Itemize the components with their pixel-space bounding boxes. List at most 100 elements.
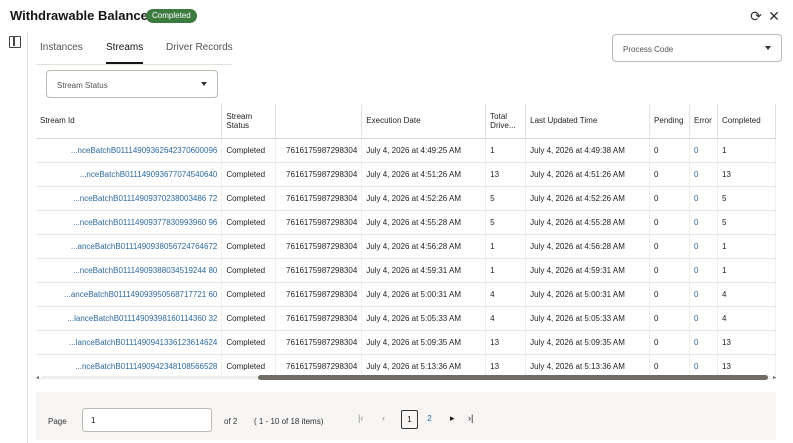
tab-divider <box>36 64 232 65</box>
stream-status-cell: Completed <box>221 234 277 259</box>
instance-id-cell: 7616175987298304 <box>275 306 363 331</box>
scroll-right-icon[interactable]: ▸ <box>773 374 776 381</box>
stream-status-select[interactable]: Stream Status <box>46 70 218 98</box>
stream-id-cell[interactable]: ...nceBatchB01114909377830993960 96 <box>36 210 223 235</box>
instance-id-cell: 7616175987298304 <box>275 210 363 235</box>
pending-cell: 0 <box>649 186 691 211</box>
execution-date-cell: July 4, 2026 at 4:52:26 AM <box>361 186 487 211</box>
refresh-icon[interactable]: ⟳ <box>748 8 764 24</box>
completed-cell: 1 <box>717 138 776 163</box>
horizontal-scrollbar[interactable]: ◂ ▸ <box>36 374 776 381</box>
instance-id-cell: 7616175987298304 <box>275 234 363 259</box>
stream-id-cell[interactable]: ...nceBatchB011149093677074540640 <box>36 162 223 187</box>
previous-page-icon[interactable]: ‹ <box>382 413 385 423</box>
error-cell[interactable]: 0 <box>689 186 718 211</box>
page-label: Page <box>48 417 67 426</box>
total-drivers-cell: 13 <box>485 162 527 187</box>
table-row[interactable]: ...lanceBatchB0111490941336123614624 Comp… <box>36 330 776 355</box>
chevron-down-icon <box>765 46 771 50</box>
pending-cell: 0 <box>649 162 691 187</box>
tab-driver-records[interactable]: Driver Records <box>166 42 233 64</box>
completed-cell: 1 <box>717 258 776 283</box>
close-icon[interactable]: ✕ <box>766 8 782 24</box>
stream-id-cell[interactable]: ...nceBatchB01114909388034519244 80 <box>36 258 223 283</box>
last-updated-cell: July 4, 2026 at 4:49:38 AM <box>525 138 651 163</box>
table-row[interactable]: ...nceBatchB01114909388034519244 80 Compl… <box>36 258 776 283</box>
table-row[interactable]: ...nceBatchB01114909377830993960 96 Compl… <box>36 210 776 235</box>
column-header-error[interactable]: Error <box>689 104 718 139</box>
execution-date-cell: July 4, 2026 at 4:56:28 AM <box>361 234 487 259</box>
column-header-blank[interactable] <box>275 104 363 139</box>
process-code-label: Process Code <box>623 45 674 54</box>
stream-id-cell[interactable]: ...lanceBatchB0111490941336123614624 <box>36 330 223 355</box>
column-header-total-drivers[interactable]: Total Drive... <box>485 104 527 139</box>
last-updated-cell: July 4, 2026 at 4:55:28 AM <box>525 210 651 235</box>
table-row[interactable]: ...anceBatchB0111490938056724764672 Compl… <box>36 234 776 259</box>
last-updated-cell: July 4, 2026 at 4:56:28 AM <box>525 234 651 259</box>
column-header-completed[interactable]: Completed <box>717 104 776 139</box>
last-updated-cell: July 4, 2026 at 5:05:33 AM <box>525 306 651 331</box>
pending-cell: 0 <box>649 210 691 235</box>
table-row[interactable]: ...nceBatchB01114909362642370600096 Compl… <box>36 138 776 163</box>
stream-status-cell: Completed <box>221 258 277 283</box>
error-cell[interactable]: 0 <box>689 162 718 187</box>
error-cell[interactable]: 0 <box>689 306 718 331</box>
pagination-bar: Page 1 of 2 ( 1 - 10 of 18 items) |‹ ‹ 1… <box>36 392 776 440</box>
process-code-select[interactable]: Process Code <box>612 34 782 62</box>
table-header-row: Stream Id Stream Status Execution Date T… <box>36 104 776 139</box>
table-row[interactable]: ...nceBatchB01114909370238003486 72 Compl… <box>36 186 776 211</box>
page-number-1[interactable]: 1 <box>401 410 418 429</box>
scroll-thumb[interactable] <box>258 375 768 380</box>
error-cell[interactable]: 0 <box>689 234 718 259</box>
stream-status-label: Stream Status <box>57 81 108 90</box>
pending-cell: 0 <box>649 330 691 355</box>
column-header-stream-status[interactable]: Stream Status <box>221 104 277 139</box>
column-header-pending[interactable]: Pending <box>649 104 691 139</box>
stream-id-cell[interactable]: ...lanceBatchB01114909398160114360 32 <box>36 306 223 331</box>
last-updated-cell: July 4, 2026 at 5:09:35 AM <box>525 330 651 355</box>
stream-status-cell: Completed <box>221 138 277 163</box>
pending-cell: 0 <box>649 258 691 283</box>
column-header-execution-date[interactable]: Execution Date <box>361 104 487 139</box>
total-drivers-cell: 13 <box>485 330 527 355</box>
last-updated-cell: July 4, 2026 at 4:51:26 AM <box>525 162 651 187</box>
chevron-down-icon <box>201 82 207 86</box>
instance-id-cell: 7616175987298304 <box>275 162 363 187</box>
next-page-icon[interactable]: ▸ <box>450 413 455 424</box>
status-badge: Completed <box>146 9 197 23</box>
table-row[interactable]: ...lanceBatchB01114909398160114360 32 Com… <box>36 306 776 331</box>
table-row[interactable]: ...anceBatchB011149093950568717721 60 Com… <box>36 282 776 307</box>
execution-date-cell: July 4, 2026 at 5:05:33 AM <box>361 306 487 331</box>
completed-cell: 5 <box>717 210 776 235</box>
items-range-label: ( 1 - 10 of 18 items) <box>254 417 324 426</box>
instance-id-cell: 7616175987298304 <box>275 258 363 283</box>
first-page-icon[interactable]: |‹ <box>358 413 363 423</box>
stream-id-cell[interactable]: ...nceBatchB01114909370238003486 72 <box>36 186 223 211</box>
column-header-last-updated[interactable]: Last Updated Time <box>525 104 651 139</box>
tab-streams[interactable]: Streams <box>106 42 144 64</box>
error-cell[interactable]: 0 <box>689 138 718 163</box>
last-page-icon[interactable]: ›| <box>468 413 473 423</box>
stream-id-cell[interactable]: ...anceBatchB011149093950568717721 60 <box>36 282 223 307</box>
error-cell[interactable]: 0 <box>689 282 718 307</box>
stream-status-cell: Completed <box>221 162 277 187</box>
stream-id-cell[interactable]: ...anceBatchB0111490938056724764672 <box>36 234 223 259</box>
page-input[interactable]: 1 <box>82 408 212 432</box>
completed-cell: 4 <box>717 282 776 307</box>
completed-cell: 13 <box>717 162 776 187</box>
scroll-left-icon[interactable]: ◂ <box>36 374 39 381</box>
panel-toggle-icon[interactable] <box>9 36 21 48</box>
last-updated-cell: July 4, 2026 at 4:59:31 AM <box>525 258 651 283</box>
column-header-stream-id[interactable]: Stream Id <box>36 104 223 139</box>
page-number-2[interactable]: 2 <box>421 410 438 429</box>
completed-cell: 4 <box>717 306 776 331</box>
completed-cell: 13 <box>717 330 776 355</box>
tab-instances[interactable]: Instances <box>40 42 83 64</box>
error-cell[interactable]: 0 <box>689 210 718 235</box>
pending-cell: 0 <box>649 282 691 307</box>
stream-id-cell[interactable]: ...nceBatchB01114909362642370600096 <box>36 138 223 163</box>
instance-id-cell: 7616175987298304 <box>275 138 363 163</box>
error-cell[interactable]: 0 <box>689 258 718 283</box>
table-row[interactable]: ...nceBatchB011149093677074540640 Complet… <box>36 162 776 187</box>
error-cell[interactable]: 0 <box>689 330 718 355</box>
